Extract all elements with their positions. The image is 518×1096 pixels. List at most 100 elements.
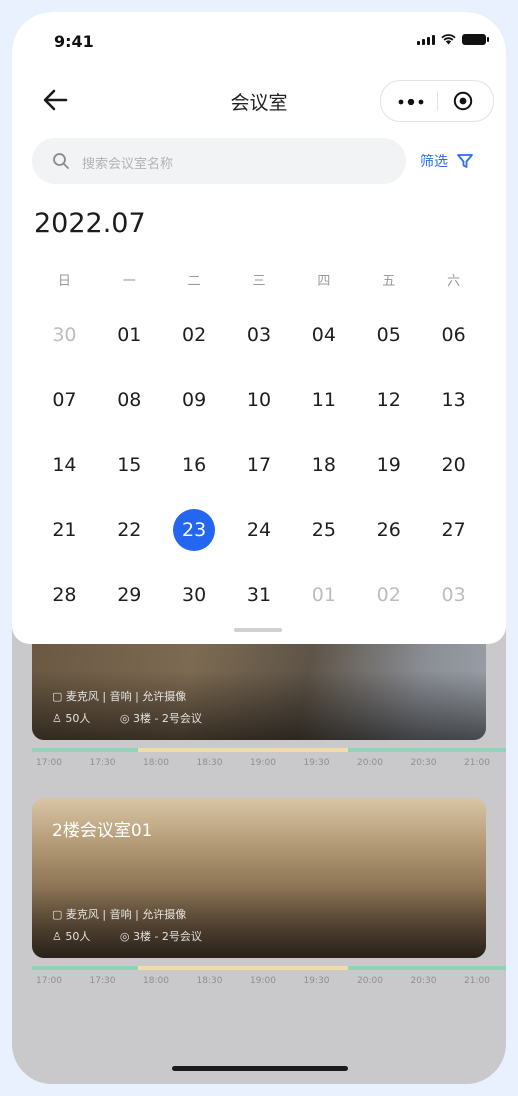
filter-button[interactable]: 筛选 [420, 151, 474, 171]
calendar-day[interactable]: 18 [291, 432, 356, 497]
calendar-day[interactable]: 19 [356, 432, 421, 497]
drag-handle[interactable] [234, 628, 282, 632]
weekday-label: 日 [57, 274, 71, 289]
calendar-day-number: 02 [376, 583, 401, 606]
room-location: ◎ 3楼 - 2号会议 [120, 712, 202, 725]
calendar-day[interactable]: 07 [32, 367, 97, 432]
search-input[interactable]: 搜索会议室名称 [32, 138, 406, 184]
time-label: 17:30 [89, 976, 116, 986]
card-shade [32, 888, 486, 958]
room-tags-text: 麦克风 | 音响 | 允许摄像 [65, 690, 187, 703]
calendar-day[interactable]: 03 [227, 302, 292, 367]
calendar-day-number: 09 [182, 388, 207, 411]
calendar-sheet: 9:41 会议室 搜索会议室名称 筛选 2022.07 日 一 二 三 四 五 … [12, 12, 506, 644]
calendar-day[interactable]: 11 [291, 367, 356, 432]
calendar-day-number: 18 [311, 453, 336, 476]
calendar-day[interactable]: 09 [162, 367, 227, 432]
home-indicator[interactable] [172, 1066, 348, 1071]
time-label: 21:00 [464, 976, 490, 986]
calendar-day-number: 03 [441, 583, 466, 606]
timeline-times: 17:00 17:30 18:00 18:30 19:00 19:30 20:0… [36, 758, 490, 768]
room-name: 2楼会议室01 [52, 821, 153, 841]
status-icons [417, 34, 489, 45]
weekday-label: 五 [382, 274, 396, 289]
calendar-day[interactable]: 21 [32, 497, 97, 562]
calendar-day[interactable]: 10 [227, 367, 292, 432]
room-tags-text: 麦克风 | 音响 | 允许摄像 [65, 908, 187, 921]
calendar-day[interactable]: 24 [227, 497, 292, 562]
calendar-day[interactable]: 20 [421, 432, 486, 497]
search-placeholder: 搜索会议室名称 [82, 157, 174, 172]
calendar-day-number: 25 [311, 518, 336, 541]
calendar-day[interactable]: 30 [32, 302, 97, 367]
calendar-day[interactable]: 01 [291, 562, 356, 627]
calendar-day[interactable]: 03 [421, 562, 486, 627]
calendar-day-number: 15 [117, 453, 142, 476]
calendar-day-number: 17 [246, 453, 272, 476]
calendar-day[interactable]: 05 [356, 302, 421, 367]
calendar-day[interactable]: 08 [97, 367, 162, 432]
calendar-day[interactable]: 28 [32, 562, 97, 627]
calendar-week-row: 28 29 30 31 01 02 03 [32, 562, 486, 627]
timeline-times: 17:00 17:30 18:00 18:30 19:00 19:30 20:0… [36, 976, 490, 986]
room-meta: ♙ 50人 ◎ 3楼 - 2号会议 [52, 928, 228, 944]
calendar-day-number: 22 [117, 518, 142, 541]
calendar-day-selected[interactable]: 23 [162, 497, 227, 562]
battery-icon [462, 34, 489, 45]
card-shade [32, 670, 486, 740]
calendar-day-number: 24 [246, 518, 272, 541]
room-card[interactable]: 2楼会议室01 ▢ 麦克风 | 音响 | 允许摄像 ♙ 50人 ◎ 3楼 - 2… [32, 798, 486, 958]
calendar-day[interactable]: 31 [227, 562, 292, 627]
calendar-day[interactable]: 02 [162, 302, 227, 367]
tag-icon: ▢ [52, 908, 66, 921]
calendar-month: 2022.07 [34, 208, 146, 239]
calendar-day[interactable]: 02 [356, 562, 421, 627]
calendar-day[interactable]: 27 [421, 497, 486, 562]
room-capacity: ♙ 50人 [52, 930, 90, 943]
weekday-label: 二 [187, 274, 201, 289]
time-label: 19:30 [303, 758, 330, 768]
calendar-day[interactable]: 26 [356, 497, 421, 562]
calendar-day[interactable]: 15 [97, 432, 162, 497]
weekday-label: 一 [122, 274, 136, 289]
timeline-free [32, 966, 138, 970]
calendar-week-row: 07 08 09 10 11 12 13 [32, 367, 486, 432]
calendar-day[interactable]: 17 [227, 432, 292, 497]
calendar-day[interactable]: 13 [421, 367, 486, 432]
calendar-day-number: 19 [376, 453, 401, 476]
calendar-day-number: 27 [441, 518, 466, 541]
time-label: 17:00 [36, 758, 62, 768]
search-icon [53, 153, 69, 169]
room-meta: ♙ 50人 ◎ 3楼 - 2号会议 [52, 710, 228, 726]
calendar-day[interactable]: 16 [162, 432, 227, 497]
time-label: 19:00 [250, 758, 276, 768]
calendar-day[interactable]: 25 [291, 497, 356, 562]
calendar-day-number: 29 [117, 583, 142, 606]
timeline-booked [138, 966, 348, 970]
more-dots-icon[interactable] [397, 99, 425, 105]
calendar-day[interactable]: 29 [97, 562, 162, 627]
calendar-day[interactable]: 06 [421, 302, 486, 367]
calendar-day[interactable]: 12 [356, 367, 421, 432]
calendar-day-number: 12 [376, 388, 401, 411]
calendar-day-number: 26 [376, 518, 401, 541]
calendar-day-number: 28 [52, 583, 77, 606]
room-tags: ▢ 麦克风 | 音响 | 允许摄像 [52, 688, 186, 704]
calendar-day[interactable]: 01 [97, 302, 162, 367]
status-time: 9:41 [54, 32, 94, 51]
close-miniprogram-icon[interactable] [453, 91, 473, 111]
calendar-day-number: 16 [182, 453, 207, 476]
calendar-day-number: 11 [311, 388, 336, 411]
calendar-day[interactable]: 22 [97, 497, 162, 562]
room-capacity-text: 50人 [65, 712, 91, 725]
signal-icon [417, 35, 435, 45]
time-label: 21:00 [464, 758, 490, 768]
weekday-label: 四 [317, 274, 331, 289]
weekday-header: 日 一 二 三 四 五 六 [32, 270, 486, 289]
calendar-day-number: 30 [52, 323, 77, 346]
calendar-day[interactable]: 04 [291, 302, 356, 367]
calendar-day[interactable]: 30 [162, 562, 227, 627]
calendar-day-number: 31 [246, 583, 272, 606]
calendar-day-number: 30 [182, 583, 207, 606]
calendar-day[interactable]: 14 [32, 432, 97, 497]
